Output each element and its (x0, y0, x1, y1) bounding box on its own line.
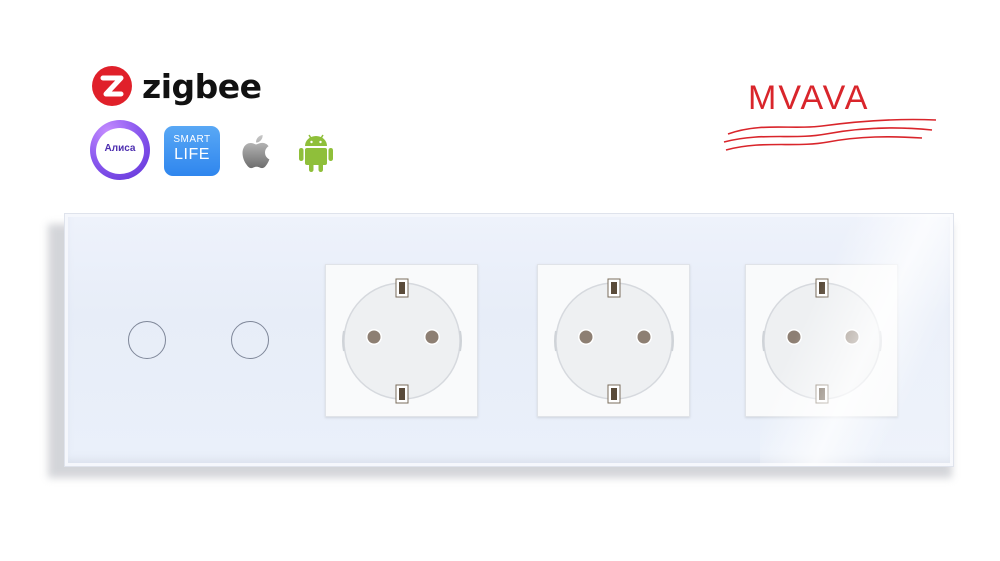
schuko-socket-1[interactable] (325, 264, 478, 417)
android-icon (294, 130, 338, 176)
smart-life-app-icon: SMART LIFE (164, 126, 220, 176)
mvava-waves-icon (723, 118, 937, 151)
zigbee-logo: zigbee (92, 64, 272, 110)
smart-life-label-bottom: LIFE (174, 146, 210, 163)
zigbee-wordmark: zigbee (142, 67, 262, 106)
schuko-socket-3[interactable] (745, 264, 898, 417)
alice-app-icon: Алиса (90, 120, 150, 180)
zigbee-mark-icon (92, 66, 132, 106)
alice-label: Алиса (104, 143, 136, 154)
apple-icon (238, 128, 278, 174)
socket-icon (554, 278, 674, 404)
mvava-logo: MVAVA (722, 78, 942, 158)
touch-button-2[interactable] (231, 321, 269, 359)
socket-icon (762, 278, 882, 404)
touch-button-1[interactable] (128, 321, 166, 359)
socket-icon (342, 278, 462, 404)
schuko-socket-2[interactable] (537, 264, 690, 417)
smart-life-label-top: SMART (173, 134, 211, 145)
